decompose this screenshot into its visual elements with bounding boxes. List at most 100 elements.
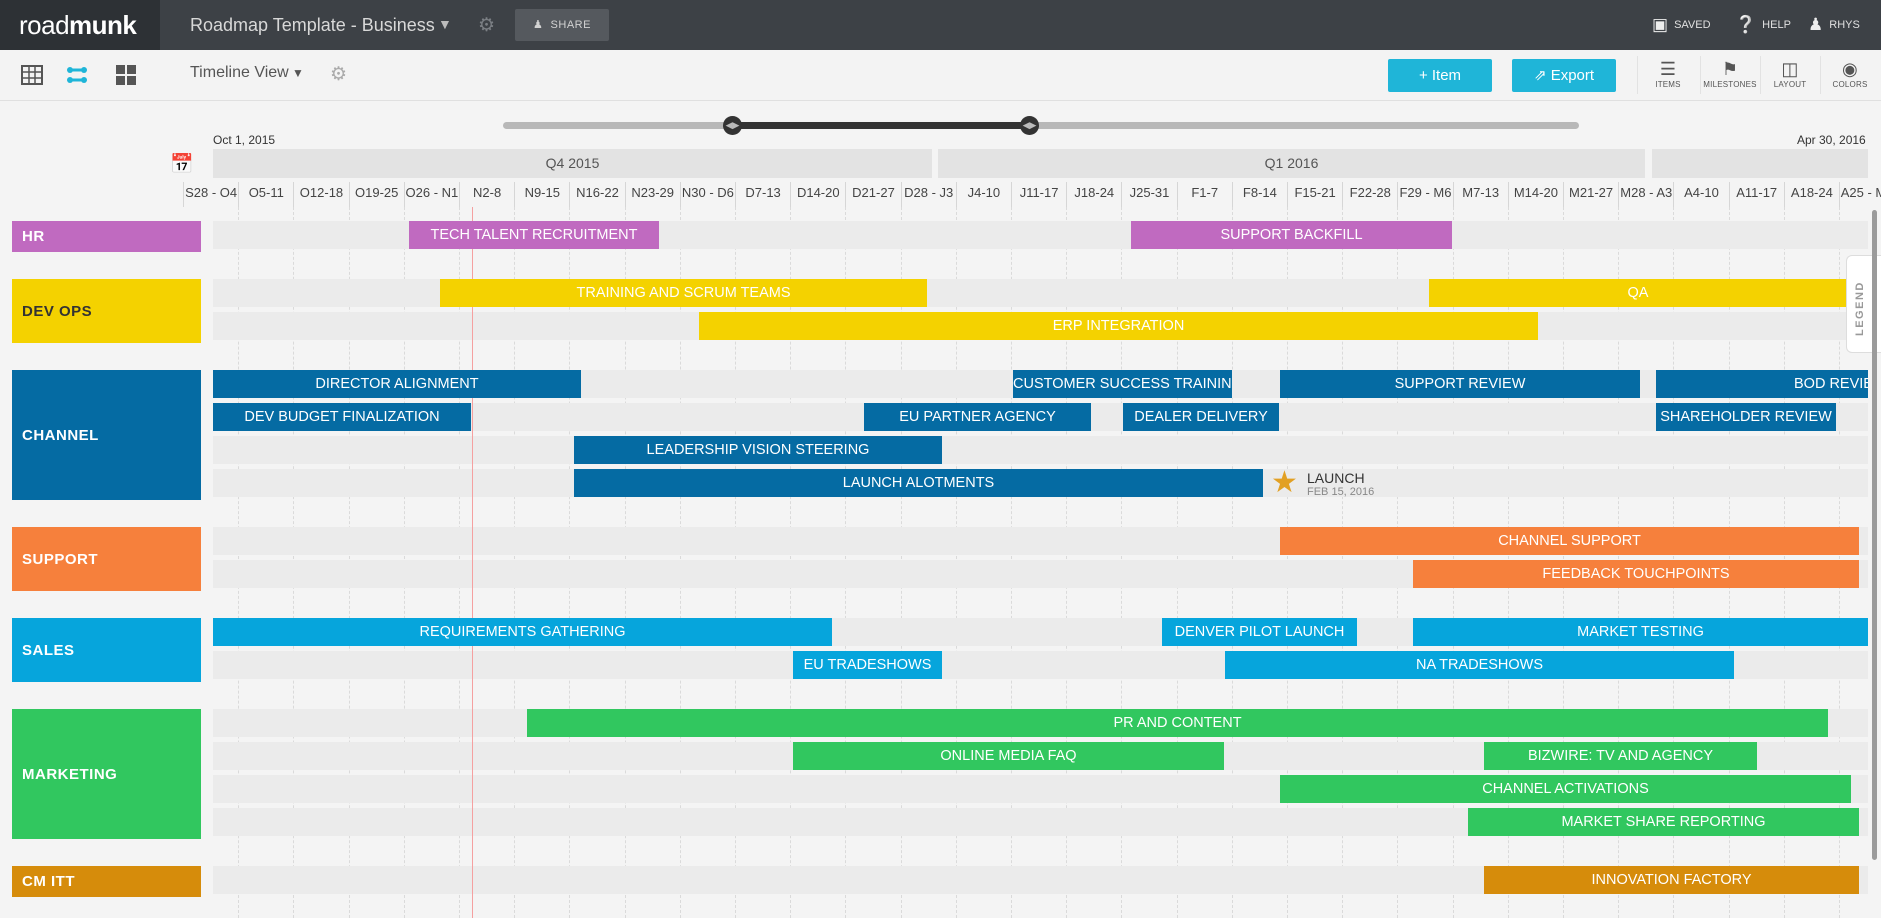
week-label: F22-28 [1342, 182, 1397, 207]
roadmap-item[interactable]: DENVER PILOT LAUNCH [1162, 618, 1357, 646]
swimlane-view-icon[interactable] [115, 64, 137, 86]
week-label: A11-17 [1728, 182, 1784, 207]
roadmap-item[interactable]: SUPPORT BACKFILL [1131, 221, 1452, 249]
week-label: J11-17 [1011, 182, 1066, 207]
lane-sales[interactable]: SALES [12, 618, 201, 682]
today-marker [472, 207, 473, 918]
roadmap-item[interactable]: CUSTOMER SUCCESS TRAINING [1013, 370, 1232, 398]
roadmap-item[interactable]: DIRECTOR ALIGNMENT [213, 370, 581, 398]
flag-icon: ⚑ [1721, 59, 1739, 79]
roadmap-item[interactable]: BIZWIRE: TV AND AGENCY [1484, 742, 1757, 770]
week-label: F1-7 [1176, 182, 1232, 207]
lane-channel[interactable]: CHANNEL [12, 370, 201, 500]
table-view-icon[interactable] [21, 64, 43, 86]
gear-icon[interactable]: ⚙ [478, 14, 495, 37]
user-menu[interactable]: ♟ RHYS [1808, 0, 1860, 50]
roadmap-item[interactable]: CHANNEL ACTIVATIONS [1280, 775, 1851, 803]
roadmap-title[interactable]: Roadmap Template - Business [190, 0, 435, 50]
week-label: D21-27 [845, 182, 900, 207]
roadmap-item[interactable]: PR AND CONTENT [527, 709, 1828, 737]
week-label: N16-22 [569, 182, 624, 207]
lane-support[interactable]: SUPPORT [12, 527, 201, 591]
milestone-date: FEB 15, 2016 [1307, 486, 1375, 498]
timeline-end-date: Apr 30, 2016 [1797, 133, 1866, 147]
lane-hr[interactable]: HR [12, 221, 201, 252]
roadmap-item[interactable]: REQUIREMENTS GATHERING [213, 618, 832, 646]
roadmunk-logo[interactable]: roadmunk [0, 0, 160, 50]
quarter-header [1652, 149, 1868, 178]
timeline-view-icon[interactable] [66, 64, 88, 86]
roadmap-item[interactable]: INNOVATION FACTORY [1484, 866, 1859, 894]
roadmap-item[interactable]: TRAINING AND SCRUM TEAMS [440, 279, 927, 307]
vertical-scrollbar[interactable] [1872, 210, 1877, 860]
timeline-range-slider[interactable] [503, 122, 1579, 129]
chevron-down-icon[interactable]: ▼ [292, 66, 304, 80]
roadmap-item[interactable]: LAUNCH ALOTMENTS [574, 469, 1263, 497]
week-label: M14-20 [1507, 182, 1563, 207]
milestones-tool[interactable]: ⚑ MILESTONES [1700, 58, 1760, 89]
add-item-button[interactable]: + Item [1388, 59, 1492, 92]
roadmap-item[interactable]: EU PARTNER AGENCY [864, 403, 1091, 431]
slider-end-handle[interactable]: ◀▶ [1020, 116, 1039, 135]
roadmap-item[interactable]: MARKET SHARE REPORTING [1468, 808, 1859, 836]
save-disk-icon: ▣ [1652, 15, 1669, 35]
help-button[interactable]: ❔ HELP [1735, 0, 1791, 50]
week-label: D14-20 [790, 182, 845, 207]
share-user-icon: ♟ [533, 19, 544, 31]
palette-icon: ◉ [1842, 59, 1858, 79]
week-label: A18-24 [1783, 182, 1839, 207]
week-label: N2-8 [459, 182, 514, 207]
share-button[interactable]: ♟ SHARE [515, 9, 609, 41]
roadmap-item[interactable]: BOD REVIEW [1656, 370, 1868, 398]
roadmap-item[interactable]: LEADERSHIP VISION STEERING [574, 436, 942, 464]
week-label: A4-10 [1673, 182, 1728, 207]
week-label: N23-29 [624, 182, 680, 207]
items-tool[interactable]: ☰ ITEMS [1638, 58, 1698, 89]
view-settings-gear-icon[interactable]: ⚙ [330, 63, 347, 86]
layout-tool[interactable]: ◫ LAYOUT [1760, 58, 1820, 89]
roadmap-item[interactable]: CHANNEL SUPPORT [1280, 527, 1859, 555]
quarter-header: Q4 2015 [213, 149, 932, 178]
week-label: A25 - M1 [1839, 182, 1881, 207]
week-label: O5-11 [238, 182, 293, 207]
roadmap-item[interactable]: FEEDBACK TOUCHPOINTS [1413, 560, 1859, 588]
roadmap-item[interactable]: SHAREHOLDER REVIEW [1656, 403, 1836, 431]
user-icon: ♟ [1808, 15, 1824, 35]
lane-dev-ops[interactable]: DEV OPS [12, 279, 201, 343]
export-icon: ⇗ [1533, 67, 1547, 84]
milestone-star-icon[interactable]: ★ [1271, 468, 1298, 498]
view-selector[interactable]: Timeline View [190, 64, 289, 82]
timeline-range-selection[interactable] [732, 122, 1030, 129]
roadmap-item[interactable]: NA TRADESHOWS [1225, 651, 1734, 679]
colors-tool[interactable]: ◉ COLORS [1820, 58, 1880, 89]
roadmap-item[interactable]: DEALER DELIVERY [1123, 403, 1279, 431]
week-label: S28 - O4 [183, 182, 238, 207]
timeline-start-date: Oct 1, 2015 [213, 133, 276, 147]
roadmap-item[interactable]: SUPPORT REVIEW [1280, 370, 1640, 398]
slider-start-handle[interactable]: ◀▶ [723, 116, 742, 135]
top-bar: roadmunk Roadmap Template - Business ▼ ⚙… [0, 0, 1881, 50]
roadmap-item[interactable]: ONLINE MEDIA FAQ [793, 742, 1224, 770]
chevron-down-icon[interactable]: ▼ [438, 16, 452, 32]
week-label: J18-24 [1066, 182, 1121, 207]
week-label: F8-14 [1231, 182, 1287, 207]
roadmap-item[interactable]: ERP INTEGRATION [699, 312, 1538, 340]
export-button[interactable]: ⇗ Export [1512, 59, 1616, 92]
list-icon: ☰ [1659, 59, 1677, 79]
roadmap-item[interactable]: QA [1429, 279, 1847, 307]
week-label: O26 - N1 [403, 182, 459, 207]
roadmap-item[interactable]: TECH TALENT RECRUITMENT [409, 221, 659, 249]
milestone-label[interactable]: LAUNCH [1307, 470, 1365, 486]
roadmap-item[interactable]: MARKET TESTING [1413, 618, 1868, 646]
roadmap-item[interactable]: DEV BUDGET FINALIZATION [213, 403, 471, 431]
lane-marketing[interactable]: MARKETING [12, 709, 201, 839]
lane-cm-itt[interactable]: CM ITT [12, 866, 201, 897]
help-icon: ❔ [1735, 15, 1757, 35]
roadmap-item[interactable]: EU TRADESHOWS [793, 651, 942, 679]
week-label: M28 - A3 [1618, 182, 1673, 207]
week-label: N9-15 [514, 182, 569, 207]
week-header-row: S28 - O4 O5-11 O12-18 O19-25 O26 - N1 N2-8 N9-… [183, 182, 1881, 207]
week-label: O19-25 [348, 182, 404, 207]
week-label: N30 - D6 [679, 182, 735, 207]
calendar-settings-icon[interactable]: 📅 [170, 152, 194, 176]
